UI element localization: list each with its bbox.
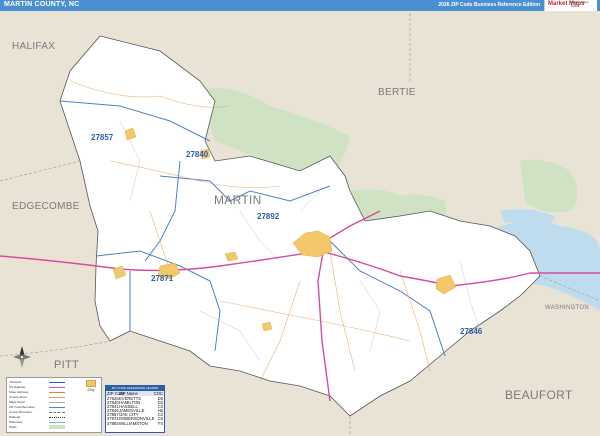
map-canvas[interactable]: HALIFAX BERTIE EDGECOMBE MARTIN PITT WAS… <box>0 11 600 436</box>
map-viewport[interactable]: { "header": { "title": "MARTIN COUNTY, N… <box>0 0 600 436</box>
county-label-edgecombe: EDGECOMBE <box>12 201 80 212</box>
brand-logo[interactable]: Market Maps Market Maps Online <box>544 0 597 11</box>
county-label-bertie: BERTIE <box>378 87 416 98</box>
county-label-washington: WASHINGTON <box>545 305 589 311</box>
edition-label: 2026 ZIP Code Business Reference Edition <box>438 2 540 8</box>
zip-label-27840[interactable]: 27840 <box>186 150 209 159</box>
legend-row: Parks <box>9 425 65 430</box>
zip-label-27846[interactable]: 27846 <box>460 327 483 336</box>
county-label-beaufort: BEAUFORT <box>505 388 573 402</box>
zip-label-27892[interactable]: 27892 <box>257 212 280 221</box>
county-label-pitt: PITT <box>54 359 79 371</box>
north-arrow-icon <box>13 346 31 368</box>
county-label-martin: MARTIN <box>214 193 262 207</box>
city-icon: City <box>85 380 97 392</box>
table-row: 27892 WILLIAMSTON F4 <box>107 420 163 426</box>
zip-label-27871[interactable]: 27871 <box>151 274 174 283</box>
title-bar: MARTIN COUNTY, NC 2026 ZIP Code Business… <box>0 0 600 11</box>
map-title: MARTIN COUNTY, NC <box>4 1 80 8</box>
logo-subtext: Market Maps Online <box>571 0 589 8</box>
zip-label-27857[interactable]: 27857 <box>91 133 114 142</box>
county-label-halifax: HALIFAX <box>12 41 55 52</box>
zip-reference-table: ZIP CODE REFERENCE LEGEND ZIP Code ZIP N… <box>105 385 165 433</box>
map-legend: Interstate US Highway State Highway Coun… <box>6 377 102 433</box>
